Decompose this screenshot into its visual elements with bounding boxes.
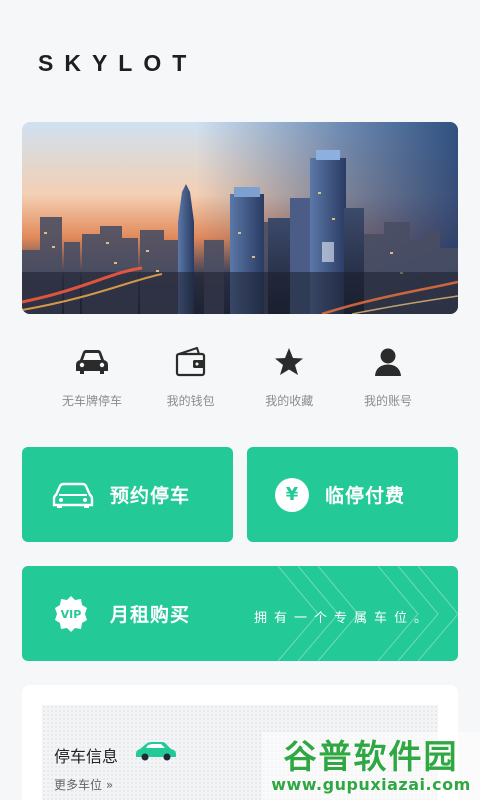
more-parking-spots-link[interactable]: 更多车位 » (54, 776, 113, 793)
quick-item-label: 无车牌停车 (61, 394, 122, 408)
monthly-rent-button[interactable]: VIP 月租购买 拥有一个专属车位。 (22, 566, 458, 661)
site-watermark: 谷普软件园 www.gupuxiazai.com (262, 732, 480, 800)
parking-info-title: 停车信息 (54, 747, 119, 766)
quick-item-label: 我的账号 (363, 394, 412, 408)
quick-item-account[interactable]: 我的账号 (340, 345, 436, 415)
yen-icon: ¥ (275, 477, 309, 512)
star-icon (274, 345, 304, 379)
watermark-url: www.gupuxiazai.com (271, 774, 471, 794)
vip-badge-icon: VIP (52, 595, 90, 633)
temporary-pay-button[interactable]: ¥ 临停付费 (247, 447, 458, 542)
monthly-rent-slogan: 拥有一个专属车位。 (253, 611, 434, 626)
reserve-parking-button[interactable]: 预约停车 (22, 447, 233, 542)
reserve-parking-label: 预约停车 (110, 485, 191, 507)
car-side-icon (134, 740, 178, 766)
quick-item-favorites[interactable]: 我的收藏 (241, 345, 337, 415)
quick-actions: 无车牌停车 我的钱包 我的收藏 我的账号 (44, 345, 436, 415)
city-skyline-banner[interactable] (22, 122, 458, 314)
wallet-icon (175, 345, 207, 379)
quick-item-wallet[interactable]: 我的钱包 (143, 345, 239, 415)
vip-badge-text: VIP (61, 608, 82, 621)
quick-item-no-plate[interactable]: 无车牌停车 (44, 345, 140, 415)
temporary-pay-label: 临停付费 (325, 485, 406, 507)
user-icon (373, 345, 403, 379)
app-logo: SKYLOT (38, 50, 198, 76)
car-outline-icon (52, 481, 94, 509)
quick-item-label: 我的收藏 (265, 394, 314, 408)
quick-item-label: 我的钱包 (166, 394, 215, 408)
yen-glyph: ¥ (275, 477, 309, 512)
watermark-title: 谷普软件园 (283, 736, 459, 776)
skyline-illustration (22, 150, 458, 314)
monthly-rent-label: 月租购买 (110, 604, 191, 626)
car-icon (74, 345, 110, 379)
